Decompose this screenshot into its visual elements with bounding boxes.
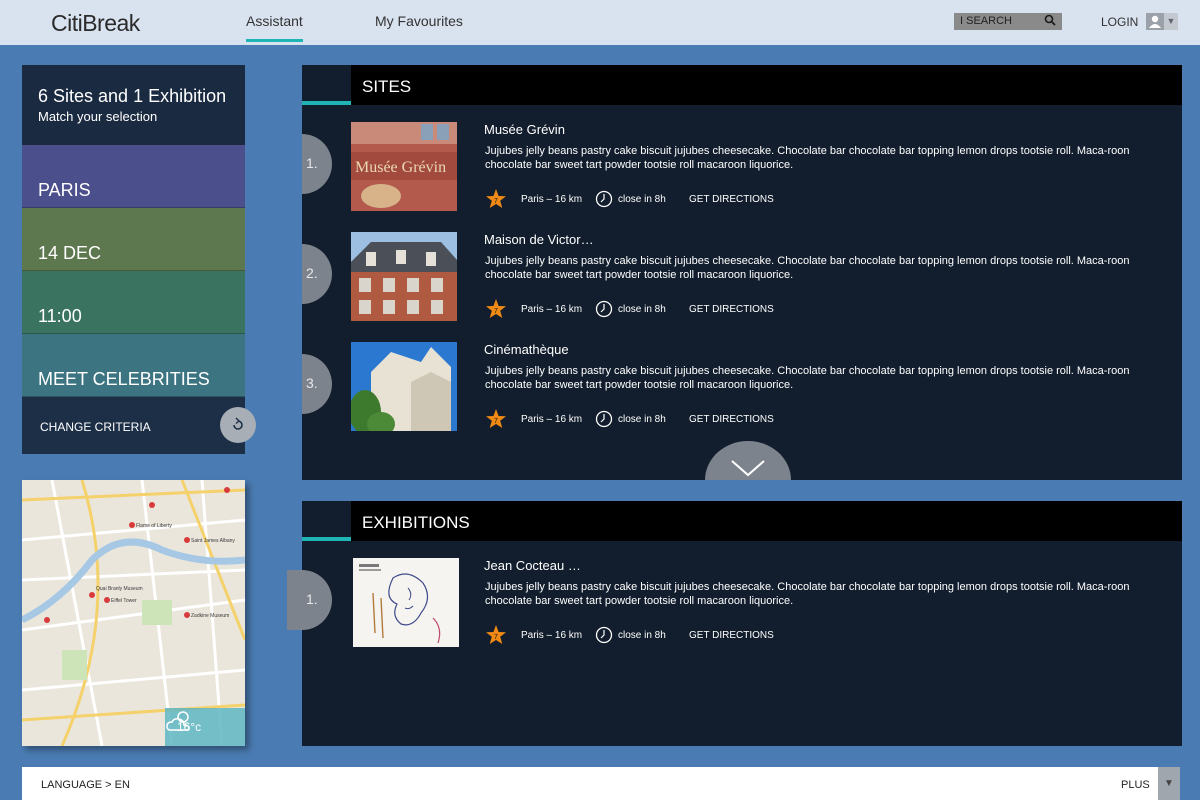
svg-text:Eiffel Tower: Eiffel Tower [111,598,137,604]
exhibition-thumbnail[interactable] [353,558,459,647]
star-rating-icon: 7 [486,625,506,644]
results-summary: 6 Sites and 1 Exhibition Match your sele… [22,65,245,145]
item-number-badge: 3. [302,354,332,414]
svg-text:7: 7 [494,634,498,641]
svg-text:Flame of Liberty: Flame of Liberty [136,523,172,529]
site-thumbnail[interactable] [351,342,457,431]
map-widget[interactable]: Flame of Liberty Saint James Albany Quai … [22,480,245,746]
item-number-badge: 1. [302,134,332,194]
opening-hours: close in 8h [618,194,666,205]
results-subtitle: Match your selection [38,109,158,124]
distance: Paris – 16 km [521,304,583,315]
footer-bar: LANGUAGE > EN PLUS ▼ [22,767,1180,800]
site-title[interactable]: Cinémathèque [484,342,569,357]
user-menu-chevron-down-icon[interactable]: ▼ [1164,13,1178,30]
site-thumbnail[interactable]: Musée Grévin [351,122,457,211]
distance: Paris – 16 km [521,414,583,425]
criterion-time[interactable]: 11:00 [22,271,245,334]
site-item[interactable]: 2. Maison de Victor… Jujubes jelly beans… [302,232,1182,332]
sites-header: SITES [302,65,1182,105]
opening-hours: close in 8h [618,630,666,641]
show-more-button[interactable] [705,441,791,480]
sites-section: SITES 1. Musée Grévin Musée Grévin Jujub… [302,65,1182,480]
search-icon[interactable] [1044,14,1056,26]
site-title[interactable]: Musée Grévin [484,122,565,137]
site-thumbnail[interactable] [351,232,457,321]
get-directions-link[interactable]: GET DIRECTIONS [689,194,774,205]
sites-title: SITES [362,77,412,96]
svg-text:Musée Grévin: Musée Grévin [355,159,446,176]
weather-badge: 16°c [165,708,245,746]
chevron-down-icon [731,460,765,477]
tab-assistant[interactable]: Assistant [246,13,303,42]
svg-text:7: 7 [494,308,498,315]
exhibition-title[interactable]: Jean Cocteau … [484,558,581,573]
results-count: 6 Sites and 1 Exhibition [38,86,227,106]
criterion-city[interactable]: PARIS [22,145,245,208]
get-directions-link[interactable]: GET DIRECTIONS [689,414,774,425]
search-label: I SEARCH [960,15,1012,27]
plus-menu-label[interactable]: PLUS [1121,779,1150,791]
site-description: Jujubes jelly beans pastry cake biscuit … [485,145,1130,171]
svg-text:Quai Branly Museum: Quai Branly Museum [96,586,143,592]
city-map[interactable]: Flame of Liberty Saint James Albany Quai … [22,480,245,746]
criterion-date[interactable]: 14 DEC [22,208,245,271]
search-box[interactable]: I SEARCH [954,13,1062,30]
star-rating-icon: 7 [486,189,506,208]
star-rating-icon: 7 [486,299,506,318]
login-link[interactable]: LOGIN [1101,15,1138,29]
distance: Paris – 16 km [521,194,583,205]
svg-text:Zadkine Museum: Zadkine Museum [191,613,229,619]
exhibition-meta: 7 Paris – 16 km close in 8h GET DIRECTIO… [485,624,885,646]
exhibition-item[interactable]: 1. Jean Cocteau … Jujubes jelly beans pa… [287,558,1182,658]
clock-icon [595,190,613,208]
get-directions-link[interactable]: GET DIRECTIONS [689,304,774,315]
exhibition-description: Jujubes jelly beans pastry cake biscuit … [485,581,1130,607]
top-header: CitiBreak Assistant My Favourites I SEAR… [0,0,1200,45]
site-item[interactable]: 3. Cinémathèque Jujubes jelly beans past… [302,342,1182,442]
distance: Paris – 16 km [521,630,583,641]
language-selector[interactable]: LANGUAGE > EN [41,779,130,791]
svg-text:7: 7 [494,418,498,425]
site-description: Jujubes jelly beans pastry cake biscuit … [485,365,1130,391]
item-number-badge: 2. [302,244,332,304]
criterion-theme[interactable]: MEET CELEBRITIES [22,334,245,397]
svg-text:7: 7 [494,198,498,205]
clock-icon [595,626,613,644]
clock-icon [595,300,613,318]
site-meta: 7 Paris – 16 km close in 8h GET DIRECTIO… [485,408,885,430]
star-rating-icon: 7 [486,409,506,428]
plus-menu-chevron-down-icon[interactable]: ▼ [1158,767,1180,800]
exhibitions-title: EXHIBITIONS [362,513,470,532]
tab-my-favourites[interactable]: My Favourites [375,13,463,29]
change-criteria-label: CHANGE CRITERIA [40,420,151,434]
get-directions-link[interactable]: GET DIRECTIONS [689,630,774,641]
opening-hours: close in 8h [618,414,666,425]
exhibitions-header: EXHIBITIONS [302,501,1182,541]
app-logo[interactable]: CitiBreak [51,10,140,37]
exhibitions-section: EXHIBITIONS 1. Jean Cocteau … Jujubes je… [287,501,1182,746]
site-item[interactable]: 1. Musée Grévin Musée Grévin Jujubes jel… [302,122,1182,222]
site-title[interactable]: Maison de Victor… [484,232,594,247]
site-meta: 7 Paris – 16 km close in 8h GET DIRECTIO… [485,298,885,320]
opening-hours: close in 8h [618,304,666,315]
site-description: Jujubes jelly beans pastry cake biscuit … [485,255,1130,281]
change-criteria-button[interactable]: CHANGE CRITERIA [22,397,256,454]
partly-cloudy-icon [166,711,190,731]
user-icon[interactable] [1146,13,1164,30]
item-number-badge: 1. [287,570,332,630]
refresh-icon[interactable] [220,407,256,443]
site-meta: 7 Paris – 16 km close in 8h GET DIRECTIO… [485,188,885,210]
criteria-panel: 6 Sites and 1 Exhibition Match your sele… [22,65,256,455]
svg-text:Saint James Albany: Saint James Albany [191,538,235,544]
clock-icon [595,410,613,428]
